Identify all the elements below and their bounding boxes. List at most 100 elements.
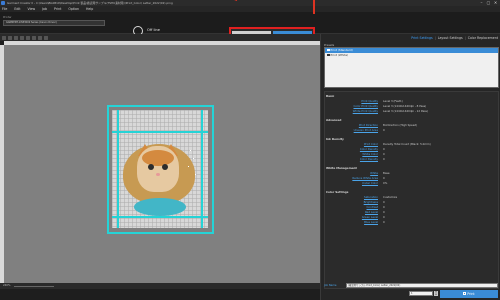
selection-guide-right	[201, 110, 203, 228]
cat-nose	[156, 173, 160, 176]
setting-label[interactable]: Blue Level	[364, 220, 378, 224]
tab-separator: |	[464, 36, 466, 40]
menu-edit[interactable]: Edit	[14, 7, 20, 11]
setting-value[interactable]: Level 3 (1440x1440dpi - 8 Pass)	[383, 104, 426, 108]
design-canvas[interactable]	[4, 45, 320, 283]
align-tool-icon[interactable]	[38, 35, 42, 40]
setting-row: Color Density 0	[325, 157, 498, 162]
setting-label[interactable]: Contrast	[367, 205, 378, 209]
setting-value[interactable]: 0	[383, 220, 385, 224]
menu-option[interactable]: Option	[68, 7, 79, 11]
setting-value[interactable]: 0	[383, 200, 385, 204]
setting-label[interactable]: Uneven Print Area	[354, 128, 378, 132]
job-name-label: Job Name	[324, 284, 337, 287]
copies-stepper[interactable]: ▲ ▼	[434, 291, 438, 296]
preset-item[interactable]: Print (White)	[325, 53, 498, 58]
setting-value[interactable]: 0	[383, 152, 385, 156]
zoom-tool-icon[interactable]	[14, 35, 18, 40]
setting-row: Uneven Print Area 0	[325, 128, 498, 133]
job-bar: Job Name (確認用サンプル Print_Color) Letter_20…	[324, 282, 499, 298]
section-advanced-title[interactable]: Advanced	[326, 118, 341, 122]
move-tool-icon[interactable]	[8, 35, 12, 40]
setting-value[interactable]: 0%	[383, 181, 387, 185]
setting-value[interactable]: 0	[383, 176, 385, 180]
window-title: Garment Creator II - C:\Users\BG0810\Des…	[7, 1, 173, 5]
text-tool-icon[interactable]	[26, 35, 30, 40]
menu-view[interactable]: View	[28, 7, 36, 11]
sparkle-dot	[195, 174, 196, 175]
section-white-management-title[interactable]: White Management	[326, 166, 357, 170]
setting-label[interactable]: Brightness	[364, 200, 378, 204]
menu-print[interactable]: Print	[54, 7, 61, 11]
setting-label[interactable]: Color Print Quality	[353, 104, 378, 108]
setting-value[interactable]: 0	[383, 215, 385, 219]
setting-value[interactable]: Bi-Direction (High Speed)	[383, 123, 417, 127]
setting-label[interactable]: Print Quality	[361, 99, 378, 103]
setting-row: Under Color 0%	[325, 181, 498, 186]
sparkle-dot	[190, 150, 191, 151]
setting-label[interactable]: Reduce White Area	[352, 176, 378, 180]
setting-value[interactable]: 0	[383, 157, 385, 161]
print-button-label: Print	[467, 291, 475, 296]
setting-value[interactable]: Level 3 (Fast1)	[383, 99, 403, 103]
setting-label[interactable]: Red Level	[365, 210, 378, 214]
selection-guide-left	[117, 110, 119, 228]
setting-label[interactable]: Print Color	[364, 142, 378, 146]
header-bar: Printer GARMENT-GT-B3000 Series (Canon D…	[0, 12, 500, 42]
setting-value[interactable]: Level 3 (1440x1440dpi - 12 Pass)	[383, 109, 428, 113]
menu-file[interactable]: File	[2, 7, 7, 11]
printer-select[interactable]: GARMENT-GT-B3000 Series (Canon Driver)	[3, 20, 105, 26]
power-status-label: Off line	[147, 28, 160, 32]
setting-label[interactable]: Print Direction	[359, 123, 378, 127]
select-tool-icon[interactable]	[2, 35, 6, 40]
setting-value[interactable]: Density Total Count (Black: 5.0mm)	[383, 142, 431, 146]
print-button[interactable]: Print	[440, 289, 498, 298]
setting-label[interactable]: White	[370, 171, 378, 175]
setting-label[interactable]: Under Color	[362, 181, 378, 185]
printer-icon	[463, 292, 467, 295]
setting-label[interactable]: White Color	[362, 152, 378, 156]
setting-value[interactable]: 0	[383, 128, 385, 132]
cat-fur-patch	[142, 150, 174, 166]
preset-label: Print (Standard)	[330, 48, 353, 52]
tab-layout-settings[interactable]: Layout Settings	[438, 36, 463, 40]
settings-tabs: Print Settings | Layout Settings | Color…	[411, 36, 498, 40]
print-area-frame[interactable]	[107, 105, 214, 234]
section-color-settings-title[interactable]: Color Settings	[326, 190, 348, 194]
rotate-tool-icon[interactable]	[20, 35, 24, 40]
setting-label[interactable]: White Print Quality	[353, 109, 378, 113]
setting-value[interactable]: Base	[383, 171, 390, 175]
setting-row: Blue Level 0	[325, 220, 498, 225]
setting-value[interactable]: 0	[383, 210, 385, 214]
menu-help[interactable]: Help	[86, 7, 93, 11]
app-logo-icon	[1, 1, 5, 5]
zoom-slider[interactable]	[14, 285, 54, 287]
job-name-input[interactable]: (確認用サンプル Print_Color) Letter_2022(02)	[346, 283, 498, 288]
preset-icon	[327, 48, 330, 52]
print-page	[112, 110, 208, 228]
tab-print-settings[interactable]: Print Settings	[411, 36, 432, 40]
cat-eye-right	[162, 164, 168, 170]
setting-label[interactable]: Saturation	[364, 195, 378, 199]
menu-job[interactable]: Job	[42, 7, 47, 11]
selection-guide-top	[112, 131, 208, 133]
print-settings-area: Basic Print Quality Level 3 (Fast1) Color…	[324, 91, 499, 289]
setting-value[interactable]: Customize	[383, 195, 397, 199]
layer-tool-icon[interactable]	[44, 35, 48, 40]
section-basic-title[interactable]: Basic	[326, 94, 334, 98]
sparkle-dot	[188, 166, 189, 167]
setting-label[interactable]: Green Level	[362, 215, 378, 219]
preset-label: Print (White)	[330, 53, 349, 57]
setting-label[interactable]: Color Density	[360, 157, 378, 161]
tab-color-replacement[interactable]: Color Replacement	[468, 36, 498, 40]
status-bar: 240%	[0, 283, 320, 289]
zoom-level: 240%	[3, 284, 11, 287]
copies-input[interactable]: 1	[409, 291, 433, 296]
image-tool-icon[interactable]	[32, 35, 36, 40]
photo-cushion	[134, 198, 186, 216]
setting-value[interactable]: 0	[383, 205, 385, 209]
setting-value[interactable]: 0	[383, 147, 385, 151]
setting-label[interactable]: Color Density	[360, 147, 378, 151]
cat-photo-image[interactable]	[120, 140, 200, 218]
section-ink-density-title[interactable]: Ink Density	[326, 137, 344, 141]
